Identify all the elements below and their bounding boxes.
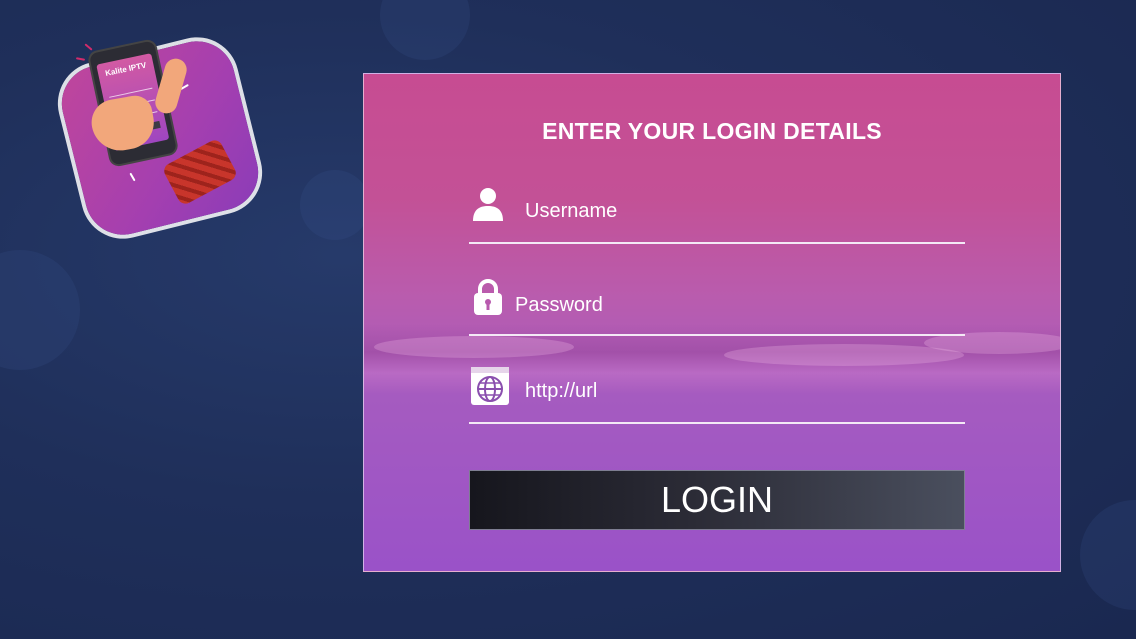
background-bokeh: [300, 170, 370, 240]
login-card: ENTER YOUR LOGIN DETAILS Username http:/…: [363, 73, 1061, 572]
background-bokeh: [0, 250, 80, 370]
globe-icon: [470, 366, 510, 411]
lock-icon: [473, 278, 503, 321]
password-field: [469, 278, 965, 336]
user-icon: [472, 186, 504, 227]
wave-foam: [374, 336, 574, 358]
logo-spark: [84, 43, 93, 51]
app-logo: Kalite IPTV: [53, 33, 267, 243]
username-input[interactable]: [525, 196, 945, 226]
password-input[interactable]: [515, 290, 935, 320]
username-field: [469, 182, 965, 244]
username-underline: [469, 242, 965, 244]
background-bokeh: [1080, 500, 1136, 610]
login-button[interactable]: LOGIN: [469, 470, 965, 530]
background-bokeh: [380, 0, 470, 60]
password-underline: [469, 334, 965, 336]
logo-spark: [75, 57, 86, 61]
login-title: ENTER YOUR LOGIN DETAILS: [542, 118, 882, 144]
url-input[interactable]: [525, 376, 945, 406]
url-underline: [469, 422, 965, 424]
url-field: [469, 364, 965, 424]
logo-app-name: Kalite IPTV: [104, 60, 148, 79]
wave-foam: [724, 344, 964, 366]
